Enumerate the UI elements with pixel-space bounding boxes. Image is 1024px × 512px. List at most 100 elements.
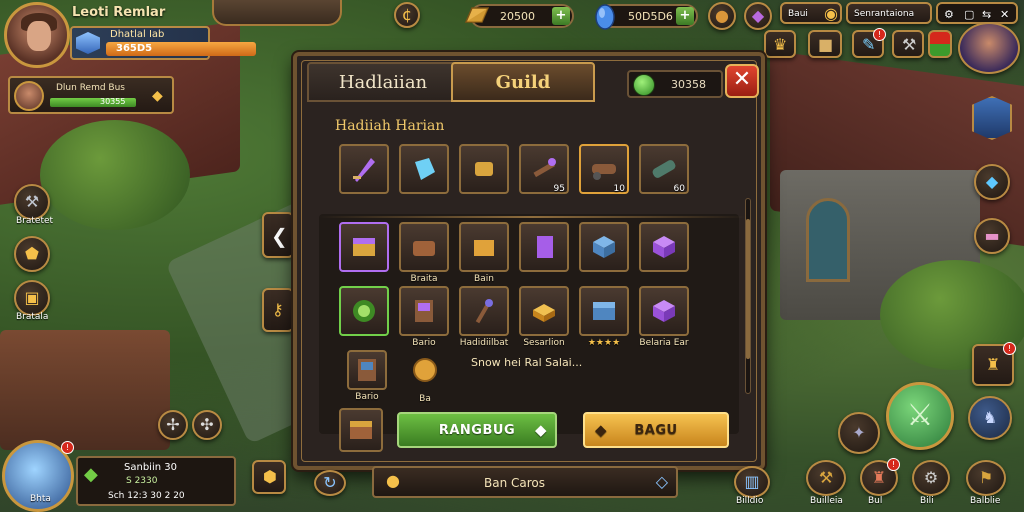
reward-item[interactable]: 10 xyxy=(579,144,629,194)
blue-box-icon xyxy=(593,236,615,258)
cannon-icon xyxy=(592,164,616,180)
grid-item[interactable]: Belaria Ear xyxy=(639,286,689,348)
gem-resource[interactable]: 50D5D6 + xyxy=(595,4,698,30)
notification-badge: ! xyxy=(873,28,886,41)
locker-icon xyxy=(358,359,376,381)
violet-cube-icon xyxy=(653,236,675,258)
shield-menu-icon[interactable]: ⬟ xyxy=(14,236,50,272)
grid-item[interactable] xyxy=(579,222,629,272)
green-gem-icon xyxy=(633,74,655,96)
refresh-icon[interactable]: ↻ xyxy=(314,470,346,496)
grid-item[interactable] xyxy=(339,286,389,336)
ally-avatar[interactable] xyxy=(958,22,1020,74)
reward-item[interactable]: 95 xyxy=(519,144,569,194)
hero-icon[interactable]: ♜! xyxy=(972,342,1016,386)
reward-item[interactable] xyxy=(399,144,449,194)
attack-sword-button[interactable]: ⚔ xyxy=(886,382,954,450)
gold-resource[interactable]: 20500 + xyxy=(464,4,574,28)
bottom-icon-label-4: Bili xyxy=(920,496,934,506)
bottom-icon-2[interactable]: ⚒ xyxy=(806,460,846,496)
claim-gold-button[interactable]: ◆ BAGU xyxy=(583,412,729,448)
blue-shield-icon[interactable] xyxy=(972,96,1012,140)
reward-hint-text: Snow hei Ral Salai... xyxy=(471,356,583,369)
pink-chest-icon[interactable]: ▬ xyxy=(974,218,1010,254)
grid-item[interactable]: Ba xyxy=(405,350,445,404)
link-icon[interactable]: ⇆ xyxy=(982,8,991,21)
settings-icon[interactable]: ⚙ xyxy=(944,8,954,21)
reward-item[interactable] xyxy=(459,144,509,194)
reward-item[interactable]: 60 xyxy=(639,144,689,194)
tab-hadlaiian[interactable]: Hadlaiian xyxy=(307,62,459,102)
gold-value: 20500 xyxy=(500,10,535,23)
left-menu-label-3: Bratala xyxy=(16,312,49,322)
gold-bar-icon xyxy=(464,7,490,23)
cabinet-icon xyxy=(415,300,433,322)
close-button[interactable]: ✕ xyxy=(725,64,759,98)
close-app-icon[interactable]: ✕ xyxy=(1000,8,1009,21)
potion-icon[interactable]: ◆ xyxy=(744,2,772,30)
grid-item[interactable]: Braita xyxy=(399,222,449,284)
player-value: 365D5 xyxy=(116,43,153,54)
grid-item[interactable] xyxy=(339,222,389,272)
section-title: Hadiiah Harian xyxy=(335,118,445,134)
purple-sword-icon xyxy=(353,158,375,182)
hero-info-box: ◆ Sanbiin 30 S 2330 Sch 12:3 30 2 20 xyxy=(76,456,236,506)
guild-notice-value: 30355 xyxy=(100,97,126,106)
settings-coin-icon[interactable]: ¢ xyxy=(394,2,420,28)
knight-icon[interactable]: ♞ xyxy=(968,396,1012,440)
event-icon[interactable] xyxy=(928,30,952,58)
crown-icon[interactable]: ♛ xyxy=(764,30,796,58)
box-icon[interactable]: ■ xyxy=(808,30,842,58)
tab-guild[interactable]: Guild xyxy=(451,62,595,102)
bottom-icon-5[interactable]: ⚑ xyxy=(966,460,1006,496)
bottom-icon-4[interactable]: ⚙ xyxy=(912,460,950,496)
add-gold-button[interactable]: + xyxy=(552,7,570,25)
chest-menu-icon[interactable]: ▣ xyxy=(14,280,50,316)
bottom-info-strip[interactable]: ● Ban Caros ◇ xyxy=(372,466,678,498)
grid-item[interactable]: Bario xyxy=(347,350,387,402)
emote-icon-a[interactable]: ✢ xyxy=(158,410,188,440)
grid-item[interactable]: Bario xyxy=(399,286,449,348)
grid-item[interactable]: ★★★★ xyxy=(579,286,629,348)
emote-icon-b[interactable]: ✣ xyxy=(192,410,222,440)
key-icon[interactable]: ⚷ xyxy=(262,288,294,332)
top-right-label-b[interactable]: Senrantaiona xyxy=(846,2,932,24)
scrollbar-thumb[interactable] xyxy=(746,219,750,359)
grid-item[interactable]: Sesarlion xyxy=(519,286,569,348)
bottom-icon-label-3: Bul xyxy=(868,496,883,506)
grid-item[interactable]: Hadidiilbat xyxy=(459,286,509,348)
guild-daily-reward-panel: Hadlaiian Guild 30358 ✕ Hadiiah Harian 9… xyxy=(293,52,765,470)
guild-notice[interactable]: Dlun Remd Bus 30355 ◆ xyxy=(8,76,174,114)
claim-green-button[interactable]: RANGBUG ◆ xyxy=(397,412,557,448)
grid-item[interactable] xyxy=(519,222,569,272)
top-right-label-a[interactable]: Baui ◉ xyxy=(780,2,842,24)
quest-icon[interactable]: ✎! xyxy=(852,28,886,58)
purple-chest-icon xyxy=(353,238,375,256)
player-avatar[interactable] xyxy=(4,2,70,68)
prev-page-button[interactable]: ❮ xyxy=(262,212,294,258)
gold-hex-icon[interactable]: ⬢ xyxy=(252,460,286,494)
bottom-icon-1[interactable]: ▥ xyxy=(734,466,770,498)
anvil-top-icon[interactable]: ⚒ xyxy=(892,30,924,58)
background-door xyxy=(806,198,850,282)
bottom-strip-text: Ban Caros xyxy=(484,476,546,490)
gold-gem-icon: ◆ xyxy=(595,421,608,439)
anvil-menu-icon[interactable]: ⚒ xyxy=(14,184,50,220)
reward-item[interactable] xyxy=(339,144,389,194)
bottom-icon-label-1: Billdio xyxy=(736,496,764,506)
window-icon[interactable]: ▢ xyxy=(964,8,974,21)
reward-scrollbar[interactable] xyxy=(745,198,751,394)
crystal-icon[interactable]: ◆ xyxy=(974,164,1010,200)
gold-medal-small-icon: ● xyxy=(386,471,400,490)
chevron-right-icon: ◆ xyxy=(152,88,163,104)
grid-item[interactable]: Bain xyxy=(459,222,509,284)
hero-portrait-label: Bhta xyxy=(30,494,51,504)
add-gem-button[interactable]: + xyxy=(676,7,694,25)
ice-crystal-icon xyxy=(415,158,435,180)
map-icon[interactable]: ✦ xyxy=(838,412,880,454)
bottom-icon-3[interactable]: ♜! xyxy=(860,458,900,496)
player-level-bar[interactable]: Dhatlal Iab 365D5 xyxy=(70,26,256,60)
chest-reward-item[interactable] xyxy=(339,408,383,452)
grid-item[interactable] xyxy=(639,222,689,272)
cookie-icon[interactable]: ● xyxy=(708,2,736,30)
